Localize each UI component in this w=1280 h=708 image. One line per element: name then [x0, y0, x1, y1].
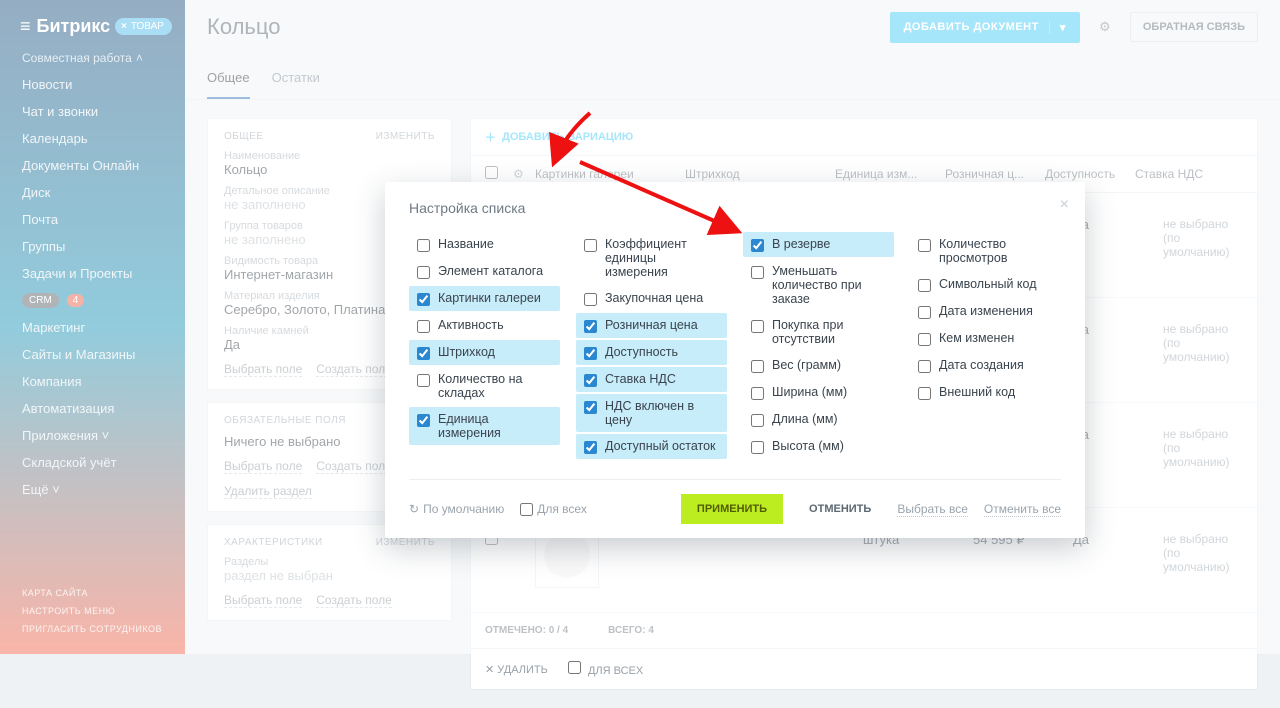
- column-option[interactable]: Единица измерения: [409, 407, 560, 445]
- column-option[interactable]: Картинки галереи: [409, 286, 560, 311]
- column-option[interactable]: Коэффициент единицы измерения: [576, 232, 727, 284]
- delete-action[interactable]: ✕ УДАЛИТЬ: [485, 663, 548, 676]
- reset-default-button[interactable]: ↻ По умолчанию: [409, 502, 504, 516]
- for-all-checkbox[interactable]: ДЛЯ ВСЕХ: [568, 661, 643, 677]
- column-option[interactable]: Элемент каталога: [409, 259, 560, 284]
- modal-title: Настройка списка: [409, 200, 1061, 216]
- column-option[interactable]: Длина (мм): [743, 407, 894, 432]
- column-option[interactable]: Количество просмотров: [910, 232, 1061, 270]
- column-option[interactable]: Высота (мм): [743, 434, 894, 459]
- column-option[interactable]: Доступный остаток: [576, 434, 727, 459]
- column-option[interactable]: Доступность: [576, 340, 727, 365]
- column-option[interactable]: Ставка НДС: [576, 367, 727, 392]
- column-option[interactable]: Уменьшать количество при заказе: [743, 259, 894, 311]
- select-all-link[interactable]: Выбрать все: [897, 502, 968, 517]
- column-option[interactable]: Кем изменен: [910, 326, 1061, 351]
- close-icon[interactable]: ×: [1060, 196, 1069, 214]
- cancel-button[interactable]: ОТМЕНИТЬ: [799, 494, 881, 524]
- column-option[interactable]: Дата создания: [910, 353, 1061, 378]
- column-option[interactable]: Количество на складах: [409, 367, 560, 405]
- bulk-actions-bar: ✕ УДАЛИТЬ ДЛЯ ВСЕХ: [470, 649, 1258, 690]
- column-option[interactable]: Название: [409, 232, 560, 257]
- column-option[interactable]: Дата изменения: [910, 299, 1061, 324]
- column-option[interactable]: Ширина (мм): [743, 380, 894, 405]
- apply-button[interactable]: ПРИМЕНИТЬ: [681, 494, 783, 524]
- column-option[interactable]: Штрихкод: [409, 340, 560, 365]
- column-option[interactable]: Символьный код: [910, 272, 1061, 297]
- for-all-option[interactable]: Для всех: [520, 502, 587, 516]
- column-option[interactable]: Внешний код: [910, 380, 1061, 405]
- column-option[interactable]: НДС включен в цену: [576, 394, 727, 432]
- deselect-all-link[interactable]: Отменить все: [984, 502, 1061, 517]
- column-option[interactable]: Вес (грамм): [743, 353, 894, 378]
- column-option[interactable]: Закупочная цена: [576, 286, 727, 311]
- column-option[interactable]: В резерве: [743, 232, 894, 257]
- column-settings-modal: Настройка списка × НазваниеЭлемент катал…: [385, 182, 1085, 538]
- column-option[interactable]: Покупка при отсутствии: [743, 313, 894, 351]
- column-option[interactable]: Активность: [409, 313, 560, 338]
- column-option[interactable]: Розничная цена: [576, 313, 727, 338]
